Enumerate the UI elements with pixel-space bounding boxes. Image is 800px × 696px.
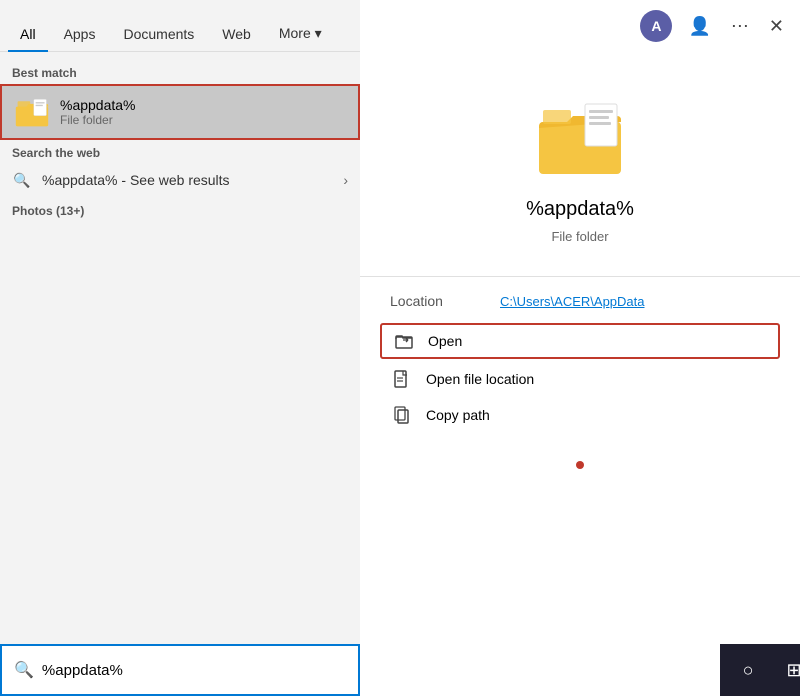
copy-path-icon bbox=[392, 406, 412, 424]
avatar[interactable]: A bbox=[640, 10, 672, 42]
action-list: Open Open file location Copy path bbox=[360, 313, 800, 441]
search-input[interactable] bbox=[42, 662, 346, 679]
photos-label: Photos (13+) bbox=[12, 204, 84, 218]
person-icon: 👤 bbox=[688, 16, 710, 36]
taskbar-taskview-btn[interactable]: ⊞ bbox=[774, 650, 800, 690]
close-icon: ✕ bbox=[769, 16, 784, 36]
copy-path-label: Copy path bbox=[426, 407, 490, 423]
file-location-icon bbox=[392, 370, 412, 388]
folder-icon-small bbox=[14, 94, 50, 130]
results-area: Best match %appdata% File folder Search … bbox=[0, 52, 360, 644]
open-file-location-label: Open file location bbox=[426, 371, 534, 387]
tabs-bar: All Apps Documents Web More ▾ bbox=[0, 0, 360, 52]
detail-folder-type: File folder bbox=[551, 229, 608, 244]
search-input-bar: 🔍 bbox=[0, 644, 360, 696]
best-match-label: Best match bbox=[0, 60, 360, 84]
close-button[interactable]: ✕ bbox=[765, 12, 788, 41]
more-icon: ⋯ bbox=[731, 16, 749, 36]
web-search-label: Search the web bbox=[0, 140, 360, 164]
folder-icon-large bbox=[535, 92, 625, 182]
chevron-right-icon: › bbox=[343, 172, 348, 188]
more-button[interactable]: ⋯ bbox=[727, 12, 753, 41]
divider bbox=[360, 276, 800, 277]
taskbar-search-btn[interactable]: ○ bbox=[728, 650, 768, 690]
taskbar: ○ ⊞ 📁 🛍 ✉ 🌐 🏷 🟩 🔴 wsxdan.com bbox=[720, 644, 800, 696]
location-label: Location bbox=[390, 293, 460, 309]
tab-more[interactable]: More ▾ bbox=[267, 17, 334, 52]
taskbar-search-icon: ○ bbox=[743, 660, 754, 681]
best-match-title: %appdata% bbox=[60, 97, 136, 113]
detail-panel: A 👤 ⋯ ✕ %appdata% File folder Location bbox=[360, 0, 800, 696]
web-search-text: %appdata% - See web results bbox=[42, 172, 333, 188]
web-search-icon: 🔍 bbox=[12, 170, 32, 190]
open-folder-icon bbox=[394, 332, 414, 350]
open-action-label: Open bbox=[428, 333, 462, 349]
taskbar-taskview-icon: ⊞ bbox=[786, 660, 800, 681]
photos-section: Photos (13+) bbox=[0, 196, 360, 226]
tab-documents[interactable]: Documents bbox=[111, 18, 206, 52]
location-row: Location C:\Users\ACER\AppData bbox=[360, 289, 800, 313]
detail-header: A 👤 ⋯ ✕ bbox=[360, 0, 800, 52]
red-dot bbox=[576, 461, 584, 469]
tab-apps[interactable]: Apps bbox=[52, 18, 108, 52]
open-action[interactable]: Open bbox=[380, 323, 780, 359]
copy-path-action[interactable]: Copy path bbox=[380, 399, 780, 431]
detail-folder-name: %appdata% bbox=[526, 198, 634, 221]
best-match-text: %appdata% File folder bbox=[60, 97, 136, 127]
tab-web[interactable]: Web bbox=[210, 18, 263, 52]
folder-preview: %appdata% File folder bbox=[360, 52, 800, 264]
search-input-icon: 🔍 bbox=[14, 660, 34, 680]
best-match-subtitle: File folder bbox=[60, 113, 136, 127]
best-match-item[interactable]: %appdata% File folder bbox=[0, 84, 360, 140]
web-search-item[interactable]: 🔍 %appdata% - See web results › bbox=[0, 164, 360, 196]
search-panel: All Apps Documents Web More ▾ Best match… bbox=[0, 0, 360, 696]
tab-all[interactable]: All bbox=[8, 18, 48, 52]
open-file-location-action[interactable]: Open file location bbox=[380, 363, 780, 395]
location-path[interactable]: C:\Users\ACER\AppData bbox=[500, 294, 645, 309]
person-icon-btn[interactable]: 👤 bbox=[684, 12, 714, 41]
